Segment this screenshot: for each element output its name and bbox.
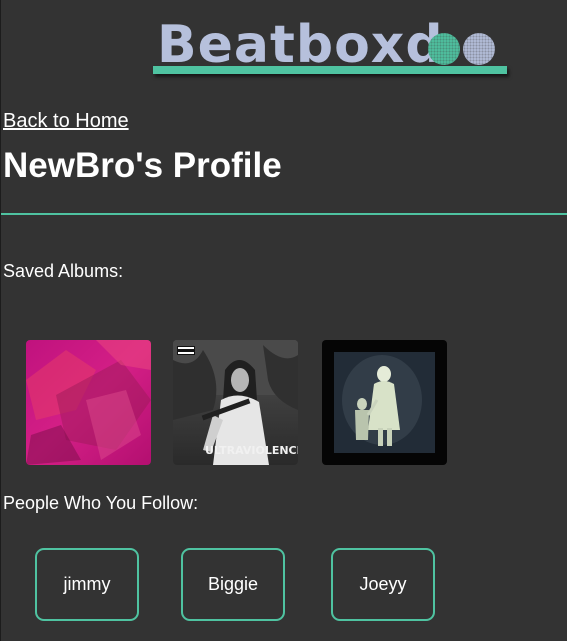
back-to-home-link[interactable]: Back to Home (3, 109, 129, 133)
profile-page: Beatboxd Back to Home NewBro's Profile S… (0, 0, 567, 641)
title-divider (1, 213, 567, 215)
beatboxd-logo[interactable]: Beatboxd (153, 16, 509, 84)
album-cover-dark-night-icon (322, 340, 447, 465)
logo-dots-icon (428, 33, 495, 65)
album-cover-pink-icon (26, 340, 151, 465)
followed-user-button[interactable]: Joeyy (331, 548, 435, 621)
saved-album-3[interactable] (322, 340, 447, 465)
following-label: People Who You Follow: (3, 493, 199, 513)
saved-album-2[interactable]: ULTRAVIOLENCE (173, 340, 298, 465)
followed-user-button[interactable]: Biggie (181, 548, 285, 621)
followed-user-button[interactable]: jimmy (35, 548, 139, 621)
album-cover-ultraviolence-icon: ULTRAVIOLENCE (173, 340, 298, 465)
page-title: NewBro's Profile (3, 146, 282, 185)
saved-album-1[interactable] (26, 340, 151, 465)
ultraviolence-cover-text: ULTRAVIOLENCE (205, 444, 298, 457)
saved-albums-label: Saved Albums: (3, 261, 124, 281)
logo-underline (153, 66, 507, 74)
